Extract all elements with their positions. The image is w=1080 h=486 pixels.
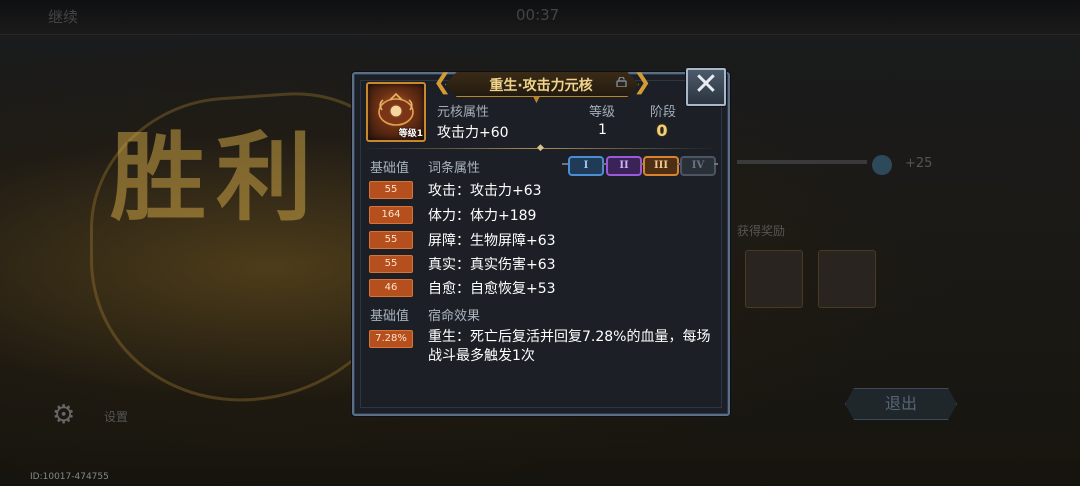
core-attr-value: 攻击力+60 (437, 125, 509, 141)
divider-diamond-icon: ◆ (537, 143, 544, 153)
affix-base-value: 164 (369, 206, 413, 224)
affix-base-value: 55 (369, 181, 413, 199)
stage-label: 阶段 (650, 105, 677, 120)
affix-text: 自愈：自愈恢复+53 (428, 281, 556, 297)
settings-label: 设置 (104, 410, 129, 424)
tier-4-pill[interactable]: IV (680, 156, 716, 176)
affix-text: 体力：体力+189 (428, 208, 537, 224)
affix-base-value: 55 (369, 255, 413, 273)
affix-base-value: 55 (369, 231, 413, 249)
reward-item[interactable] (745, 250, 803, 308)
fate-section-title: 宿命效果 (428, 309, 481, 324)
rebirth-core-icon: 等级1 (366, 82, 426, 142)
fate-effect-text: 重生：死亡后复活并回复7.28%的血量，每场战斗最多触发1次 (428, 329, 711, 364)
stage-value: 0 (656, 121, 668, 140)
level-label: 等级 (589, 105, 616, 120)
exp-progress-bar (737, 160, 867, 164)
core-level-badge: 等级1 (398, 129, 423, 139)
exit-button[interactable]: 退出 (845, 388, 957, 420)
affix-section-title: 词条属性 (428, 161, 481, 176)
fate-base-value: 7.28% (369, 330, 413, 348)
title-notch-icon: ▼ (533, 95, 540, 105)
top-left-text: 继续 (48, 8, 79, 26)
tier-connector (714, 163, 718, 165)
affix-base-value: 46 (369, 279, 413, 297)
player-id: ID:10017-474755 (30, 472, 109, 482)
core-attr-label: 元核属性 (437, 105, 490, 120)
lock-icon (616, 77, 627, 87)
tier-1-pill[interactable]: I (568, 156, 604, 176)
close-icon: ✕ (693, 67, 719, 102)
tier-3-pill[interactable]: III (643, 156, 679, 176)
reward-item[interactable] (818, 250, 876, 308)
top-bar: 继续 00:37 (0, 0, 1080, 35)
close-button[interactable]: ✕ (686, 68, 726, 106)
exp-orb-icon (872, 155, 892, 175)
match-timer: 00:37 (516, 6, 560, 24)
level-value: 1 (598, 122, 607, 138)
exp-gain: +25 (905, 156, 933, 171)
rewards-label: 获得奖励 (737, 224, 786, 238)
fate-base-label: 基础值 (370, 309, 410, 324)
settings-gear-icon[interactable]: ⚙ (52, 400, 75, 430)
affix-base-label: 基础值 (370, 161, 410, 176)
popup-title: 重生·攻击力元核 (489, 78, 593, 94)
tier-2-pill[interactable]: II (606, 156, 642, 176)
affix-text: 真实：真实伤害+63 (428, 257, 556, 273)
victory-banner: 胜利 (110, 121, 322, 234)
affix-text: 攻击：攻击力+63 (428, 183, 542, 199)
bottom-bar (0, 440, 1080, 486)
affix-text: 屏障：生物屏障+63 (428, 233, 556, 249)
